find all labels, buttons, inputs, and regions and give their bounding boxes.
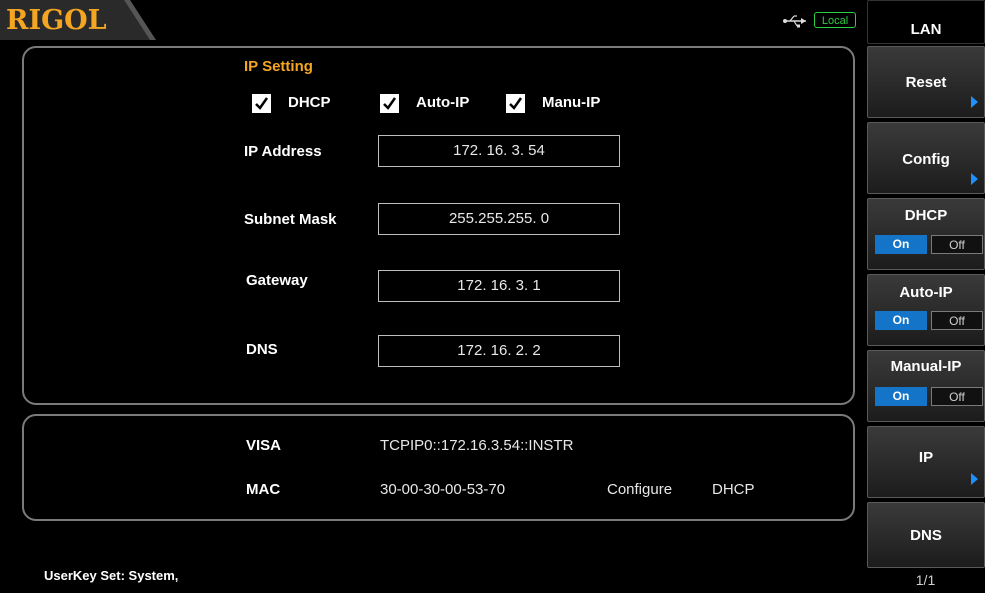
submenu-arrow-icon [971,173,978,185]
submenu-arrow-icon [971,473,978,485]
reset-softkey[interactable]: Reset [867,46,985,118]
menu-title-label: LAN [910,21,942,38]
configure-label: Configure [607,481,673,498]
mac-label: MAC [246,481,281,498]
ip-address-field[interactable]: 172. 16. 3. 54 [378,135,620,167]
menu-page-indicator: 1/1 [915,572,936,588]
local-status-badge: Local [814,12,856,28]
usb-icon [783,15,806,28]
gateway-label: Gateway [246,272,308,289]
ip-softkey-label: IP [918,449,934,466]
userkey-set-status: UserKey Set: System, [44,568,179,583]
manual-ip-toggle[interactable]: On Off [875,387,983,406]
ip-softkey[interactable]: IP [867,426,985,498]
top-status-bar: RIGOL Local [0,0,866,40]
visa-label: VISA [246,437,282,454]
dhcp-softkey[interactable]: DHCP On Off [867,198,985,270]
submenu-arrow-icon [971,96,978,108]
dhcp-checkbox[interactable] [252,94,271,113]
mac-value: 30-00-30-00-53-70 [380,481,506,498]
gateway-field[interactable]: 172. 16. 3. 1 [378,270,620,302]
check-icon [255,97,269,110]
config-softkey[interactable]: Config [867,122,985,194]
auto-ip-softkey[interactable]: Auto-IP On Off [867,274,985,346]
config-label: Config [902,151,950,168]
visa-value: TCPIP0::172.16.3.54::INSTR [380,437,574,454]
manual-ip-on-option[interactable]: On [875,387,927,406]
auto-ip-checkbox[interactable] [380,94,399,113]
softkey-menu: LAN Reset Config DHCP On Off Auto-IP On … [866,0,985,593]
dhcp-softkey-label: DHCP [904,207,948,224]
manu-ip-checkbox[interactable] [506,94,525,113]
dhcp-toggle[interactable]: On Off [875,235,983,254]
check-icon [383,97,397,110]
auto-ip-softkey-label: Auto-IP [899,284,953,301]
connection-info-panel [22,414,855,521]
manu-ip-checkbox-label: Manu-IP [542,94,601,111]
check-icon [509,97,523,110]
ip-address-label: IP Address [244,143,322,160]
auto-ip-on-option[interactable]: On [875,311,927,330]
dns-softkey-label: DNS [910,527,942,544]
auto-ip-toggle[interactable]: On Off [875,311,983,330]
dns-field[interactable]: 172. 16. 2. 2 [378,335,620,367]
auto-ip-checkbox-label: Auto-IP [416,94,470,111]
dhcp-off-option[interactable]: Off [931,235,983,254]
dhcp-checkbox-label: DHCP [288,94,331,111]
dns-softkey[interactable]: DNS [867,502,985,568]
ip-setting-title: IP Setting [244,58,313,75]
manual-ip-softkey[interactable]: Manual-IP On Off [867,350,985,422]
manual-ip-off-option[interactable]: Off [931,387,983,406]
rigol-logo: RIGOL [6,5,107,36]
subnet-mask-label: Subnet Mask [244,211,337,228]
dns-label: DNS [246,341,278,358]
reset-label: Reset [905,74,947,91]
manual-ip-softkey-label: Manual-IP [890,358,962,375]
subnet-mask-field[interactable]: 255.255.255. 0 [378,203,620,235]
auto-ip-off-option[interactable]: Off [931,311,983,330]
dhcp-on-option[interactable]: On [875,235,927,254]
configure-value: DHCP [712,481,755,498]
menu-title: LAN [867,0,985,44]
